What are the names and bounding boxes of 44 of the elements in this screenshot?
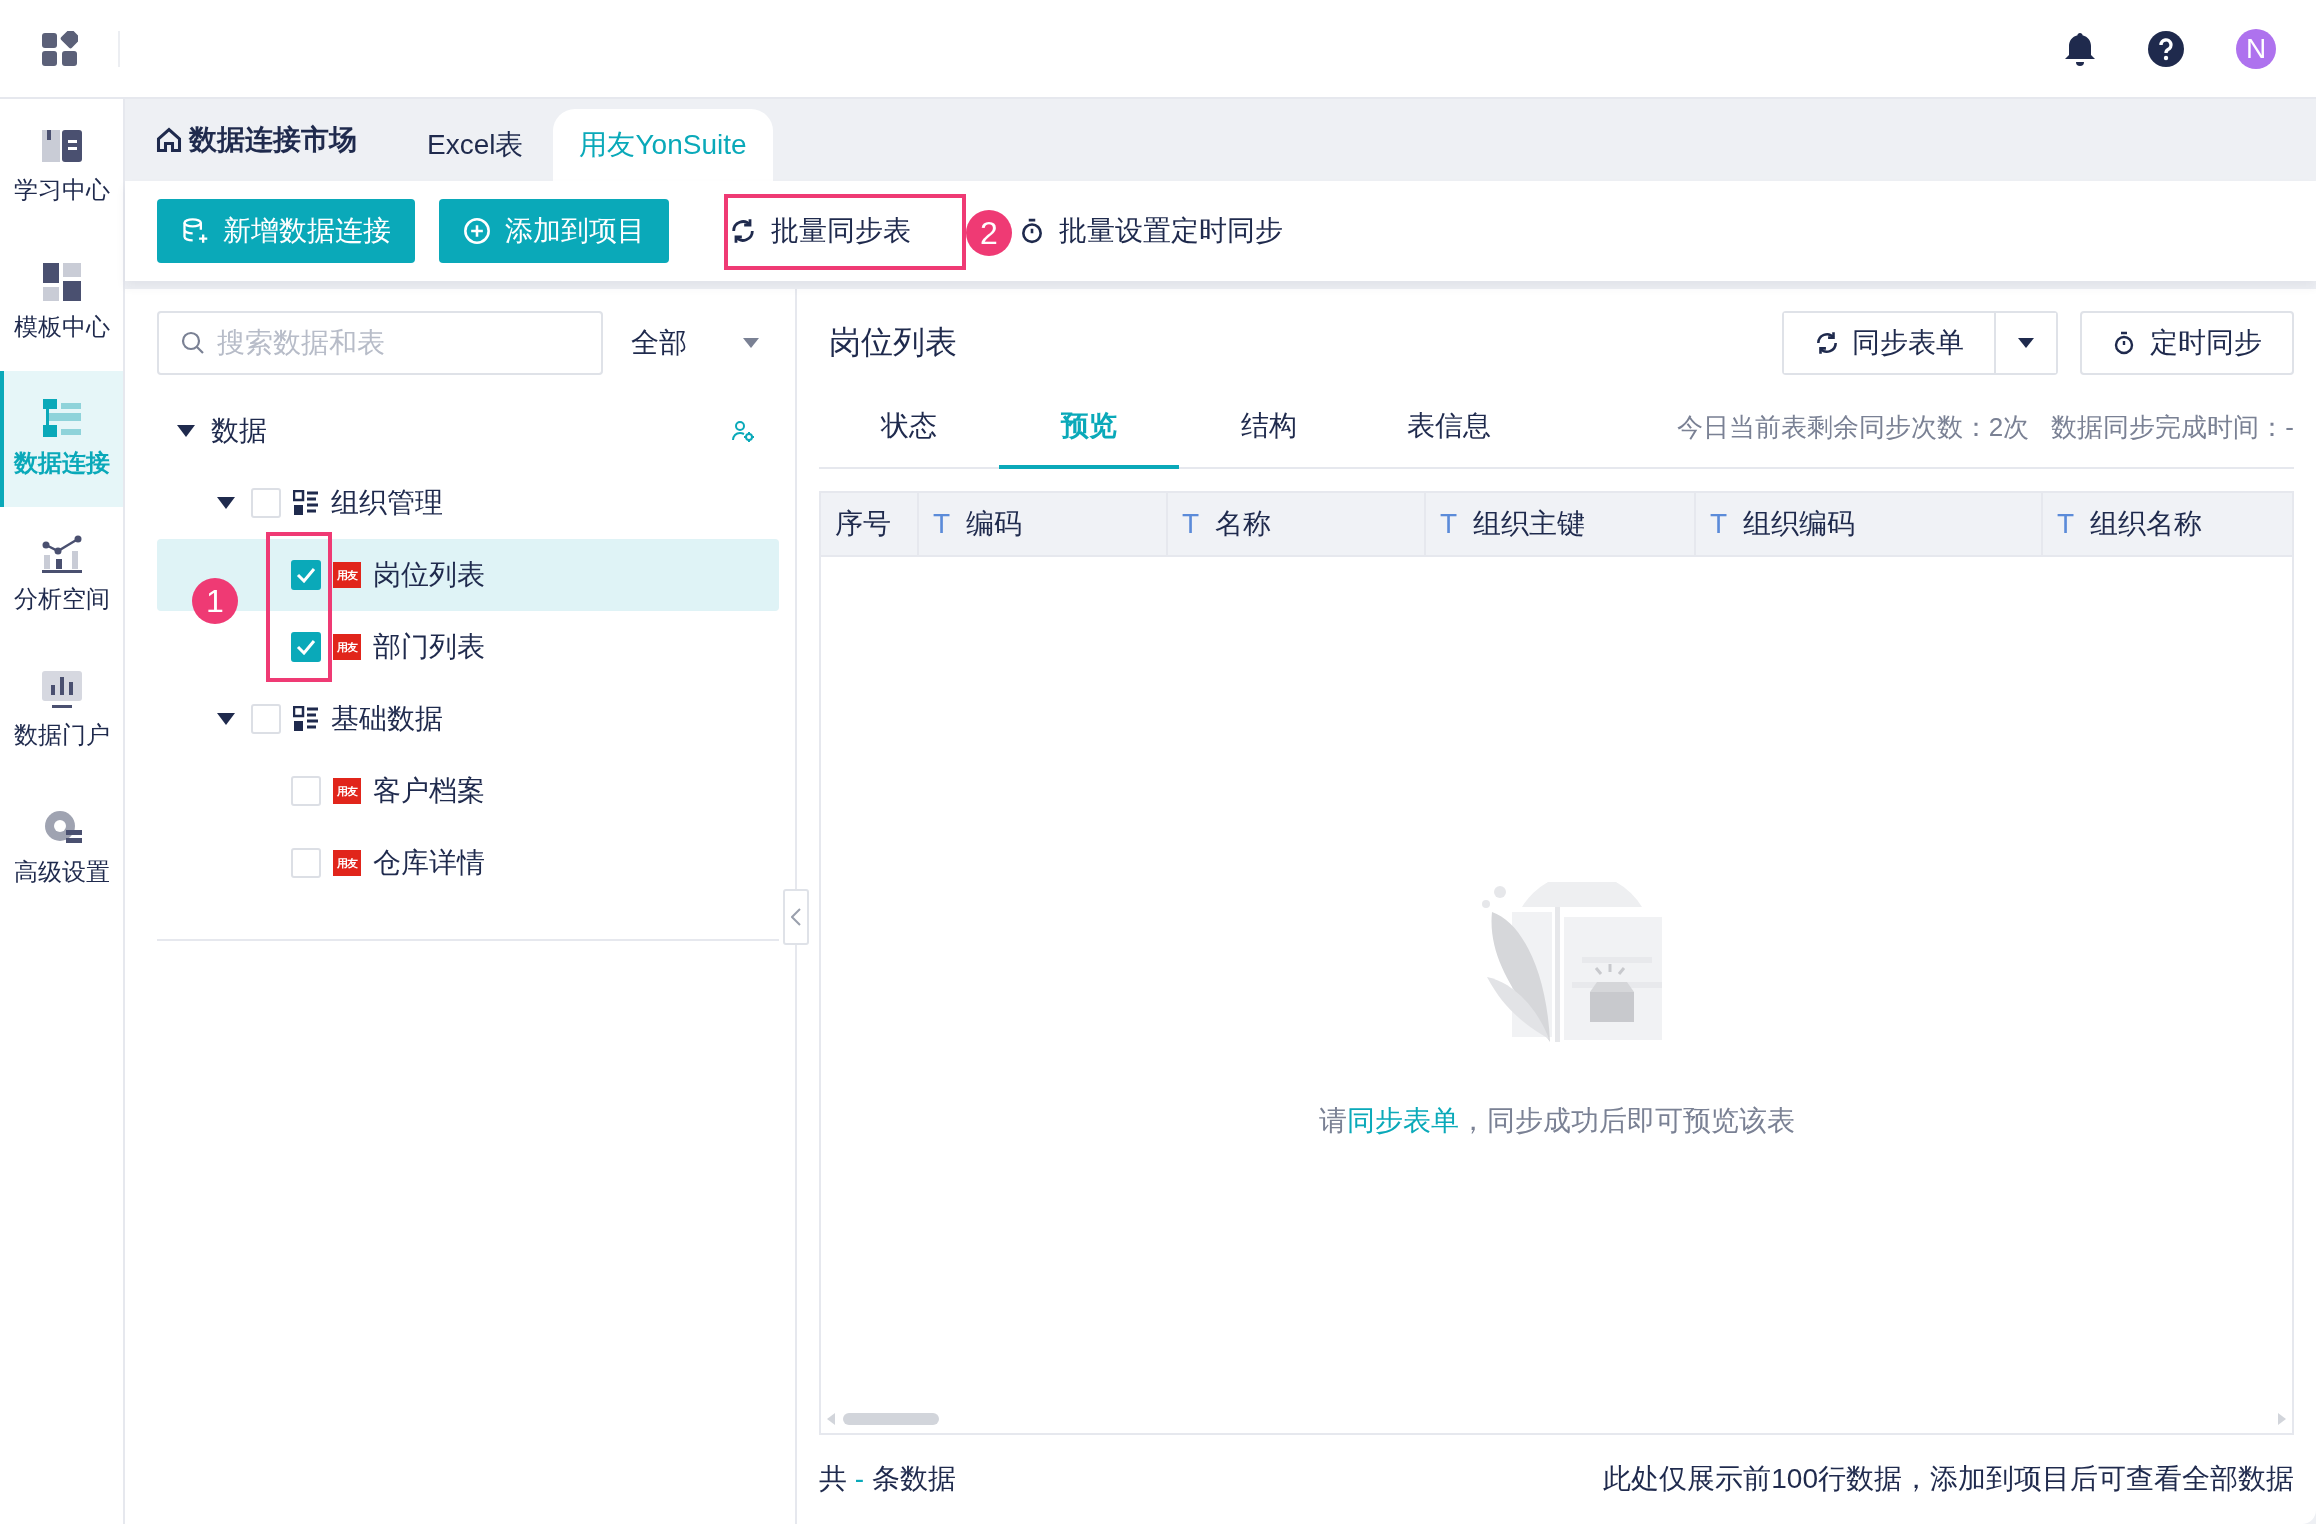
sync-count-text: 今日当前表剩余同步次数：2次: [1676, 410, 2030, 444]
toolbar-button[interactable]: 批量设置定时同步: [1019, 199, 1299, 263]
table-title: 岗位列表: [828, 323, 957, 362]
sidebar-item[interactable]: 分析空间: [0, 507, 123, 643]
column-header: 组织编码: [1743, 507, 1856, 541]
sync-time-text: 数据同步完成时间：-: [2051, 410, 2294, 444]
source-logo: 用友: [333, 850, 361, 876]
column-header: 编码: [966, 507, 1023, 541]
source-logo: 用友: [333, 778, 361, 804]
sidebar-item[interactable]: 数据门户: [0, 643, 123, 779]
column-header: 组织名称: [2090, 507, 2203, 541]
text-type-icon: T: [933, 508, 951, 540]
toolbar-button[interactable]: 批量同步表: [713, 199, 927, 263]
filter-dropdown[interactable]: 全部: [617, 311, 767, 375]
sidebar-item[interactable]: 学习中心: [0, 99, 123, 235]
sidebar-item[interactable]: 模板中心: [0, 235, 123, 371]
preview-note: 此处仅展示前100行数据，添加到项目后可查看全部数据: [1603, 1462, 2294, 1496]
column-header: 序号: [835, 507, 891, 541]
detail-tab[interactable]: 结构: [1179, 387, 1359, 469]
tree-node-label[interactable]: 组织管理: [331, 484, 443, 522]
tree-node-label[interactable]: 部门列表: [373, 628, 485, 666]
detail-tab[interactable]: 表信息: [1359, 387, 1539, 469]
text-type-icon: T: [1440, 508, 1458, 540]
breadcrumb-link[interactable]: 数据连接市场: [189, 121, 357, 159]
search-field[interactable]: 搜索数据和表: [157, 311, 603, 375]
column-header: 名称: [1215, 507, 1272, 541]
sync-form-button[interactable]: 同步表单: [1784, 313, 1996, 373]
column-header: 组织主键: [1473, 507, 1586, 541]
empty-message: 请同步表单，同步成功后即可预览该表: [1318, 1104, 1795, 1138]
source-logo: 用友: [333, 562, 361, 588]
sidebar-item[interactable]: 高级设置: [0, 779, 123, 915]
text-type-icon: T: [1182, 508, 1200, 540]
text-type-icon: T: [1710, 508, 1728, 540]
tree-node-label[interactable]: 基础数据: [331, 700, 443, 738]
source-logo: 用友: [333, 634, 361, 660]
source-tab[interactable]: Excel表: [401, 109, 550, 181]
tree-node-label[interactable]: 客户档案: [373, 772, 485, 810]
scheduled-sync-button[interactable]: 定时同步: [2080, 311, 2294, 375]
tree-node-label[interactable]: 仓库详情: [373, 844, 485, 882]
tree-node-label[interactable]: 数据: [211, 412, 267, 450]
detail-tab[interactable]: 状态: [819, 387, 999, 469]
text-type-icon: T: [2057, 508, 2075, 540]
row-count-text: 共 - 条数据: [819, 1462, 956, 1496]
tree-node-label[interactable]: 岗位列表: [373, 556, 485, 594]
